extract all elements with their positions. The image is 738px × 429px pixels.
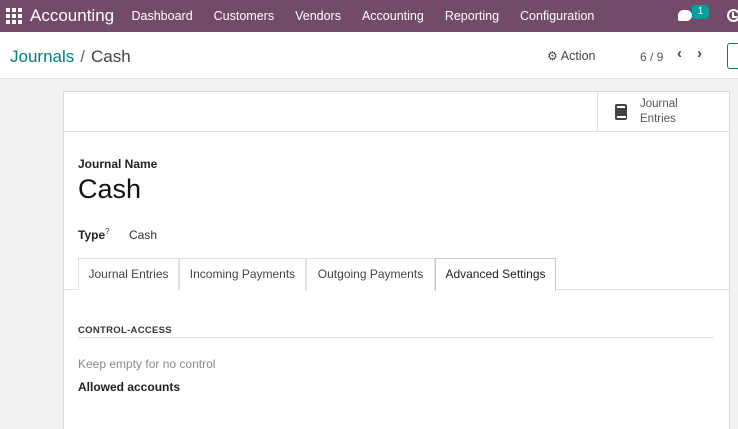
pager-value[interactable]: 6 / 9 [640, 50, 663, 64]
notebook-tabs: Journal Entries Incoming Payments Outgoi… [64, 258, 729, 291]
edge-button[interactable] [727, 43, 738, 69]
type-label: Type? [78, 227, 110, 242]
pager-previous-icon[interactable]: ‹ [677, 45, 682, 62]
menu-item-vendors[interactable]: Vendors [285, 0, 352, 32]
app-title[interactable]: Accounting [30, 6, 114, 26]
form-sheet: Journal Entries Journal Name Cash Type? … [63, 91, 730, 429]
chat-icon[interactable] [678, 10, 692, 21]
apps-grid-icon[interactable] [6, 8, 22, 24]
action-button[interactable]: ⚙ Action [547, 49, 596, 63]
tab-advanced-settings[interactable]: Advanced Settings [435, 258, 556, 291]
journal-name-field[interactable]: Cash [78, 174, 141, 205]
type-label-text: Type [78, 228, 106, 242]
activity-clock-icon[interactable] [727, 9, 738, 22]
book-icon [615, 104, 627, 120]
menu-item-accounting[interactable]: Accounting [351, 0, 434, 32]
action-label: Action [560, 49, 596, 63]
gear-icon: ⚙ [547, 49, 558, 63]
breadcrumb-separator: / [80, 47, 85, 66]
breadcrumb-journals-link[interactable]: Journals [10, 47, 74, 67]
menu-item-reporting[interactable]: Reporting [434, 0, 509, 32]
tab-journal-entries[interactable]: Journal Entries [78, 258, 179, 290]
allowed-accounts-label: Allowed accounts [78, 380, 181, 394]
control-hint-text: Keep empty for no control [78, 357, 216, 371]
menu-item-dashboard[interactable]: Dashboard [121, 0, 203, 32]
top-navbar: Accounting Dashboard Customers Vendors A… [0, 0, 738, 32]
main-menu: Dashboard Customers Vendors Accounting R… [121, 0, 605, 32]
button-box: Journal Entries [64, 92, 729, 132]
type-field[interactable]: Cash [129, 228, 157, 242]
breadcrumb-current: Cash [91, 47, 131, 66]
pager-next-icon[interactable]: › [697, 45, 702, 62]
menu-item-customers[interactable]: Customers [203, 0, 284, 32]
section-title-control-access: CONTROL-ACCESS [78, 325, 172, 336]
menu-item-configuration[interactable]: Configuration [510, 0, 605, 32]
tab-outgoing-payments[interactable]: Outgoing Payments [306, 258, 435, 290]
tab-incoming-payments[interactable]: Incoming Payments [179, 258, 306, 290]
stat-button-label: Journal Entries [640, 98, 678, 125]
control-panel: Journals / Cash ⚙ Action 6 / 9 ‹ › [0, 32, 738, 79]
journal-entries-stat-button[interactable]: Journal Entries [597, 92, 729, 132]
type-help-tooltip[interactable]: ? [105, 227, 109, 236]
chat-counter-badge: 1 [692, 5, 709, 19]
journal-name-label: Journal Name [78, 157, 158, 171]
breadcrumb: Journals / Cash [10, 47, 131, 67]
section-divider [78, 337, 714, 338]
